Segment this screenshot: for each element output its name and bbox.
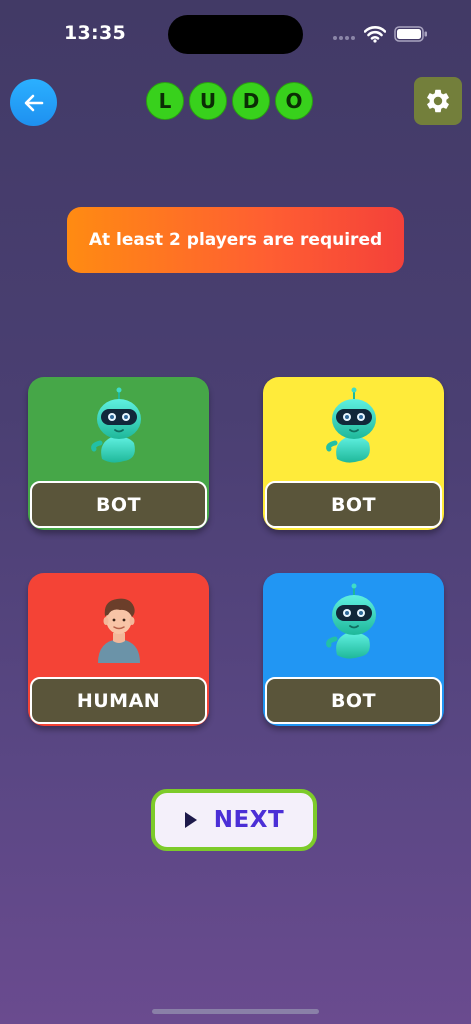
- min-players-warning-banner: At least 2 players are required: [67, 207, 404, 273]
- logo-letter: L: [146, 82, 184, 120]
- player-card-green[interactable]: BOT: [28, 377, 209, 530]
- next-label: NEXT: [213, 807, 285, 833]
- gear-icon: [427, 89, 449, 113]
- player-type-button[interactable]: BOT: [265, 677, 442, 724]
- battery-icon: [394, 26, 427, 42]
- play-icon: [184, 812, 197, 828]
- ludo-logo: L U D O: [146, 82, 326, 120]
- player-type-button[interactable]: HUMAN: [30, 677, 207, 724]
- next-button[interactable]: NEXT: [151, 789, 317, 851]
- player-type-label: HUMAN: [76, 689, 161, 712]
- player-type-button[interactable]: BOT: [265, 481, 442, 528]
- status-time: 13:35: [64, 22, 126, 44]
- warning-message: At least 2 players are required: [88, 230, 383, 250]
- wifi-icon: [364, 26, 386, 43]
- player-card-blue[interactable]: BOT: [263, 573, 444, 726]
- robot-icon: [84, 387, 154, 467]
- arrow-left-icon: [24, 94, 43, 111]
- back-button[interactable]: [10, 79, 57, 126]
- player-card-red[interactable]: HUMAN: [28, 573, 209, 726]
- home-indicator[interactable]: [152, 1009, 319, 1014]
- player-card-yellow[interactable]: BOT: [263, 377, 444, 530]
- logo-letter: U: [189, 82, 227, 120]
- player-type-label: BOT: [330, 689, 377, 712]
- dynamic-island: [168, 15, 303, 54]
- logo-letter: D: [232, 82, 270, 120]
- robot-icon: [319, 387, 389, 467]
- robot-icon: [319, 583, 389, 663]
- player-type-label: BOT: [330, 493, 377, 516]
- player-type-label: BOT: [95, 493, 142, 516]
- settings-button[interactable]: [414, 77, 462, 125]
- player-type-button[interactable]: BOT: [30, 481, 207, 528]
- status-bar: 13:35: [0, 0, 471, 70]
- logo-letter: O: [275, 82, 313, 120]
- person-icon: [98, 598, 140, 663]
- cellular-signal-icon: [333, 36, 357, 42]
